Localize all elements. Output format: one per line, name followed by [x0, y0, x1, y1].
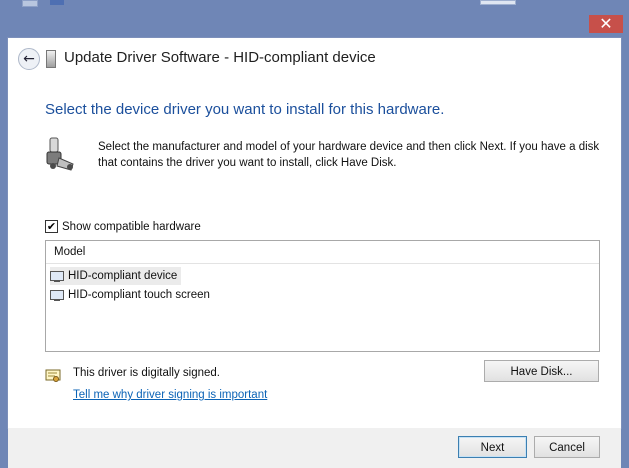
- background-window-fragment: [480, 0, 516, 5]
- page-heading: Select the device driver you want to ins…: [45, 101, 445, 118]
- background-window-fragment: [50, 0, 64, 5]
- list-item-hid-compliant-device[interactable]: HID-compliant device: [50, 267, 182, 285]
- show-compatible-label: Show compatible hardware: [62, 220, 201, 233]
- device-icon: [46, 50, 56, 68]
- dialog-client-area: ← Update Driver Software - HID-compliant…: [8, 38, 621, 428]
- model-list[interactable]: Model HID-compliant device HID-compliant…: [45, 240, 600, 352]
- list-item-label: HID-compliant touch screen: [68, 289, 210, 301]
- have-disk-button[interactable]: Have Disk...: [484, 360, 599, 382]
- background-taskbar-strip: [0, 0, 629, 8]
- close-button[interactable]: ✕: [589, 15, 623, 33]
- instructions-text: Select the manufacturer and model of you…: [98, 141, 600, 169]
- signed-status-text: This driver is digitally signed.: [73, 367, 221, 379]
- dialog-window: ✕ ← Update Driver Software - HID-complia…: [0, 8, 629, 468]
- hardware-wizard-icon: [46, 137, 74, 171]
- show-compatible-checkbox[interactable]: ✔: [45, 220, 58, 233]
- signed-certificate-icon: [45, 369, 61, 382]
- driver-monitor-icon: [50, 271, 64, 282]
- show-compatible-row[interactable]: ✔ Show compatible hardware: [45, 220, 201, 233]
- back-arrow-icon[interactable]: ←: [18, 48, 40, 70]
- dialog-title: Update Driver Software - HID-compliant d…: [64, 49, 376, 66]
- dialog-footer: [8, 428, 621, 468]
- list-item-label: HID-compliant device: [68, 270, 178, 282]
- driver-signing-link[interactable]: Tell me why driver signing is important: [73, 389, 267, 401]
- cancel-button[interactable]: Cancel: [534, 436, 600, 458]
- next-button[interactable]: Next: [458, 436, 527, 458]
- background-window-fragment: [22, 0, 38, 7]
- model-column-header[interactable]: Model: [46, 241, 599, 264]
- driver-monitor-icon: [50, 290, 64, 301]
- list-item-hid-compliant-touch-screen[interactable]: HID-compliant touch screen: [50, 286, 210, 304]
